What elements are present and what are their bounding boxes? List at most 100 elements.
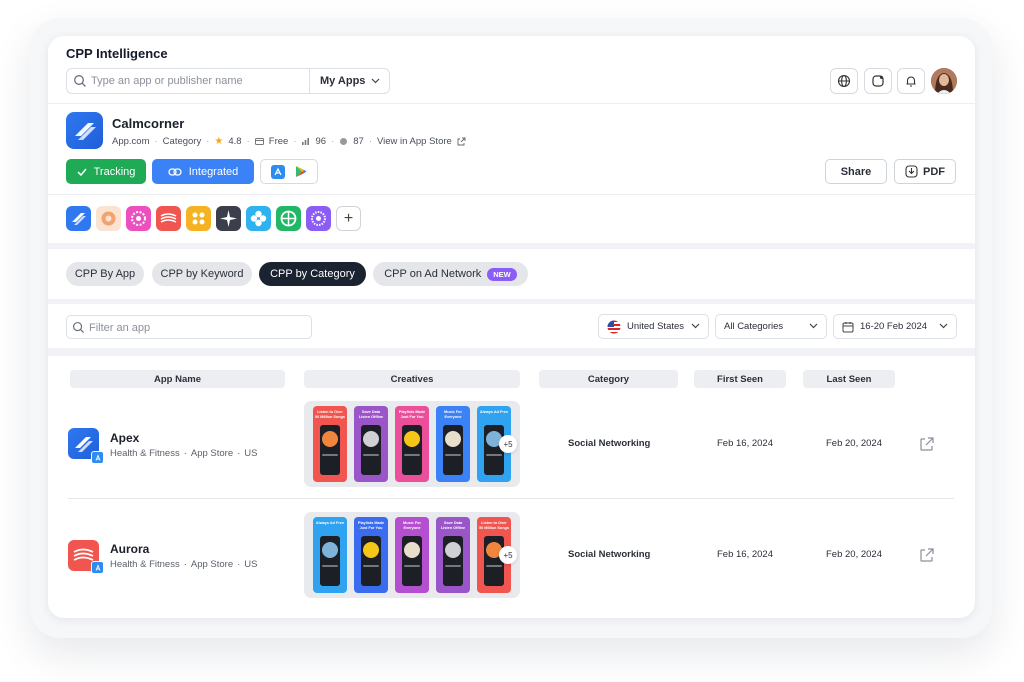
pdf-label: PDF [923,165,945,178]
creative-thumbnail[interactable]: Music For Everyone [395,517,429,593]
more-creatives-badge[interactable]: +5 [499,546,517,564]
globe-button[interactable] [830,68,858,94]
app-square-icon [872,75,884,87]
creative-thumbnail[interactable]: Save Data Listen Offline [436,517,470,593]
user-avatar[interactable] [931,68,957,94]
more-creatives-badge[interactable]: +5 [499,435,517,453]
notifications-button[interactable] [897,68,925,94]
tracking-label: Tracking [93,165,136,178]
creative-caption: Save Data Listen Offline [440,521,466,530]
row-country: US [244,559,258,570]
top-header: CPP Intelligence My Apps [48,36,975,103]
integrated-label: Integrated [188,165,239,178]
clover-icon [250,210,267,227]
link-icon [168,167,182,176]
add-app-button[interactable]: + [336,206,361,231]
dots-icon [192,212,205,225]
plus-icon: + [343,209,354,227]
row-genre: Health & Fitness [110,448,180,459]
category-value: All Categories [724,321,784,332]
row-divider [68,498,954,499]
country-value: United States [627,321,685,332]
external-link-icon[interactable] [457,137,466,146]
tracking-button[interactable]: Tracking [66,159,146,184]
creative-caption: Listen to Over 50 Million Songs [479,521,509,530]
share-button[interactable]: Share [825,159,887,184]
column-header-last-seen[interactable]: Last Seen [803,370,895,388]
google-play-icon[interactable] [295,165,307,178]
tracked-app-4[interactable] [156,206,181,231]
tracked-app-6[interactable] [216,206,241,231]
pdf-button[interactable]: PDF [894,159,956,184]
score-icon [340,138,348,145]
row-store: App Store [190,559,234,570]
creatives-gallery[interactable]: Always Ad Free Playlists Made Just For Y… [304,512,520,598]
column-header-creatives[interactable]: Creatives [304,370,520,388]
flower-icon [131,211,146,226]
price-value: Free [268,136,289,147]
tab-cpp-by-category[interactable]: CPP by Category [259,262,366,286]
tracked-app-3[interactable] [126,206,151,231]
row-category: Social Networking [568,438,651,449]
calendar-icon [842,321,854,332]
creative-caption: Always Ad Free [479,410,509,414]
creative-caption: Playlists Made Just For You [398,410,426,419]
avatar-icon [931,68,957,94]
date-range-value: 16-20 Feb 2024 [860,321,928,332]
us-flag-icon [607,320,621,333]
search-icon [74,75,86,87]
tab-cpp-by-app[interactable]: CPP By App [66,262,144,286]
tracked-app-calmcorner[interactable] [66,206,91,231]
petal-icon [101,211,116,226]
app-name: Calmcorner [112,116,185,131]
country-dropdown[interactable]: United States [598,314,709,339]
publisher-link[interactable]: App.com [112,136,150,147]
apps-button[interactable] [864,68,892,94]
date-range-picker[interactable]: 16-20 Feb 2024 [833,314,957,339]
open-external-icon[interactable] [919,436,935,452]
row-first-seen: Feb 16, 2024 [717,549,773,560]
column-header-first-seen[interactable]: First Seen [694,370,786,388]
app-search-input[interactable] [91,73,301,89]
row-app-details: Health & Fitness · App Store · US [110,448,258,459]
app-meta: App.com · Category · ★ 4.8 · Free · 96 ·… [112,136,466,147]
creative-thumbnail[interactable]: Save Data Listen Offline [354,406,388,482]
open-external-icon[interactable] [919,547,935,563]
tracked-app-8[interactable] [276,206,301,231]
creative-caption: Music For Everyone [403,521,421,530]
score-value: 87 [353,136,364,147]
rating-value: 4.8 [228,136,242,147]
column-header-app-name[interactable]: App Name [70,370,285,388]
app-store-icon[interactable] [271,164,285,179]
row-country: US [244,448,258,459]
row-store: App Store [190,448,234,459]
creative-thumbnail[interactable]: Playlists Made Just For You [395,406,429,482]
tab-cpp-by-keyword[interactable]: CPP by Keyword [152,262,252,286]
tracked-app-2[interactable] [96,206,121,231]
price-tag-icon [254,138,264,145]
creative-thumbnail[interactable]: Listen to Over 50 Million Songs [313,406,347,482]
creative-thumbnail[interactable]: Music For Everyone [436,406,470,482]
creative-thumbnail[interactable]: Playlists Made Just For You [354,517,388,593]
app-store-icon [91,451,104,464]
row-last-seen: Feb 20, 2024 [826,549,882,560]
integrated-button[interactable]: Integrated [152,159,254,184]
filter-app-input[interactable] [89,320,289,335]
my-apps-dropdown[interactable]: My Apps [309,69,391,93]
column-header-category[interactable]: Category [539,370,678,388]
tracked-app-7[interactable] [246,206,271,231]
app-search-box: My Apps [66,68,390,94]
row-app-name[interactable]: Apex [110,431,139,445]
creatives-gallery[interactable]: Listen to Over 50 Million Songs Save Dat… [304,401,520,487]
category-dropdown[interactable]: All Categories [715,314,827,339]
creative-thumbnail[interactable]: Always Ad Free [313,517,347,593]
new-badge: NEW [487,267,517,281]
tracked-app-5[interactable] [186,206,211,231]
star-icon: ★ [214,136,224,147]
tracked-app-9[interactable] [306,206,331,231]
bell-icon [906,76,916,87]
tab-cpp-on-ad-network[interactable]: CPP on Ad Network NEW [373,262,528,286]
view-in-app-store-link[interactable]: View in App Store [377,136,452,147]
row-app-name[interactable]: Aurora [110,542,149,556]
creative-caption: Music For Everyone [444,410,462,419]
